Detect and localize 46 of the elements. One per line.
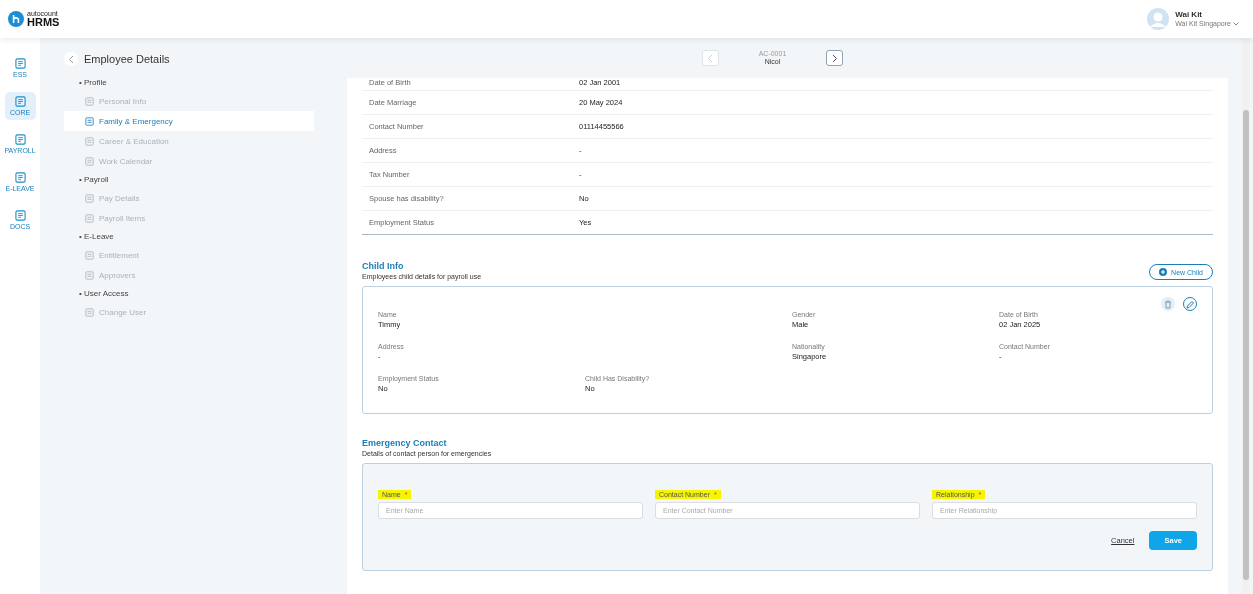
trash-icon: [1164, 299, 1172, 309]
edit-button[interactable]: [1183, 297, 1197, 311]
document-icon: [85, 193, 94, 203]
module-icon: [14, 96, 26, 107]
sidebar-item[interactable]: Family & Emergency: [64, 111, 314, 131]
document-icon: [85, 116, 94, 126]
sidebar-item[interactable]: Career & Education: [64, 131, 314, 151]
plus-icon: [1159, 268, 1168, 276]
document-icon: [85, 213, 94, 223]
caret-icon: [1233, 21, 1239, 26]
logo-title: HRMS: [27, 17, 60, 28]
scrollbar[interactable]: [1242, 38, 1250, 594]
module-icon: [14, 172, 26, 183]
document-icon: [85, 156, 94, 166]
group-heading: • Payroll: [78, 174, 110, 186]
chevron-left-icon: [707, 53, 714, 63]
next-button[interactable]: [826, 50, 844, 66]
pencil-icon: [1185, 299, 1195, 309]
group-heading: • E-Leave: [78, 231, 115, 243]
section-title: Child Info: [362, 261, 405, 271]
page-title: Employee Details: [84, 53, 170, 65]
avatar-icon: [1147, 8, 1170, 30]
section-title: Emergency Contact: [362, 438, 448, 448]
sidebar-item[interactable]: Payroll Items: [64, 208, 314, 228]
sidebar-item[interactable]: Entitlement: [64, 245, 314, 265]
chevron-left-icon: [68, 54, 74, 64]
module-icon: [14, 134, 26, 145]
document-icon: [85, 270, 94, 280]
module-icon: [14, 58, 26, 69]
delete-button[interactable]: [1161, 297, 1175, 311]
document-icon: [85, 96, 94, 106]
sidebar-item[interactable]: Work Calendar: [64, 151, 314, 171]
document-icon: [85, 307, 94, 317]
group-heading: • Profile: [78, 77, 108, 89]
module-icon: [14, 210, 26, 221]
sidebar-item[interactable]: Approvers: [64, 265, 314, 285]
logo-icon: [8, 11, 24, 27]
document-icon: [85, 250, 94, 260]
group-heading: • User Access: [78, 288, 130, 300]
sidebar-item[interactable]: Personal Info: [64, 91, 314, 111]
document-icon: [85, 136, 94, 146]
sidebar-item[interactable]: Pay Details: [64, 188, 314, 208]
back-button[interactable]: [64, 52, 78, 66]
chevron-right-icon: [831, 53, 838, 63]
sidebar-item[interactable]: Change User: [64, 302, 314, 322]
user-name: Wai Kit: [1175, 10, 1204, 20]
